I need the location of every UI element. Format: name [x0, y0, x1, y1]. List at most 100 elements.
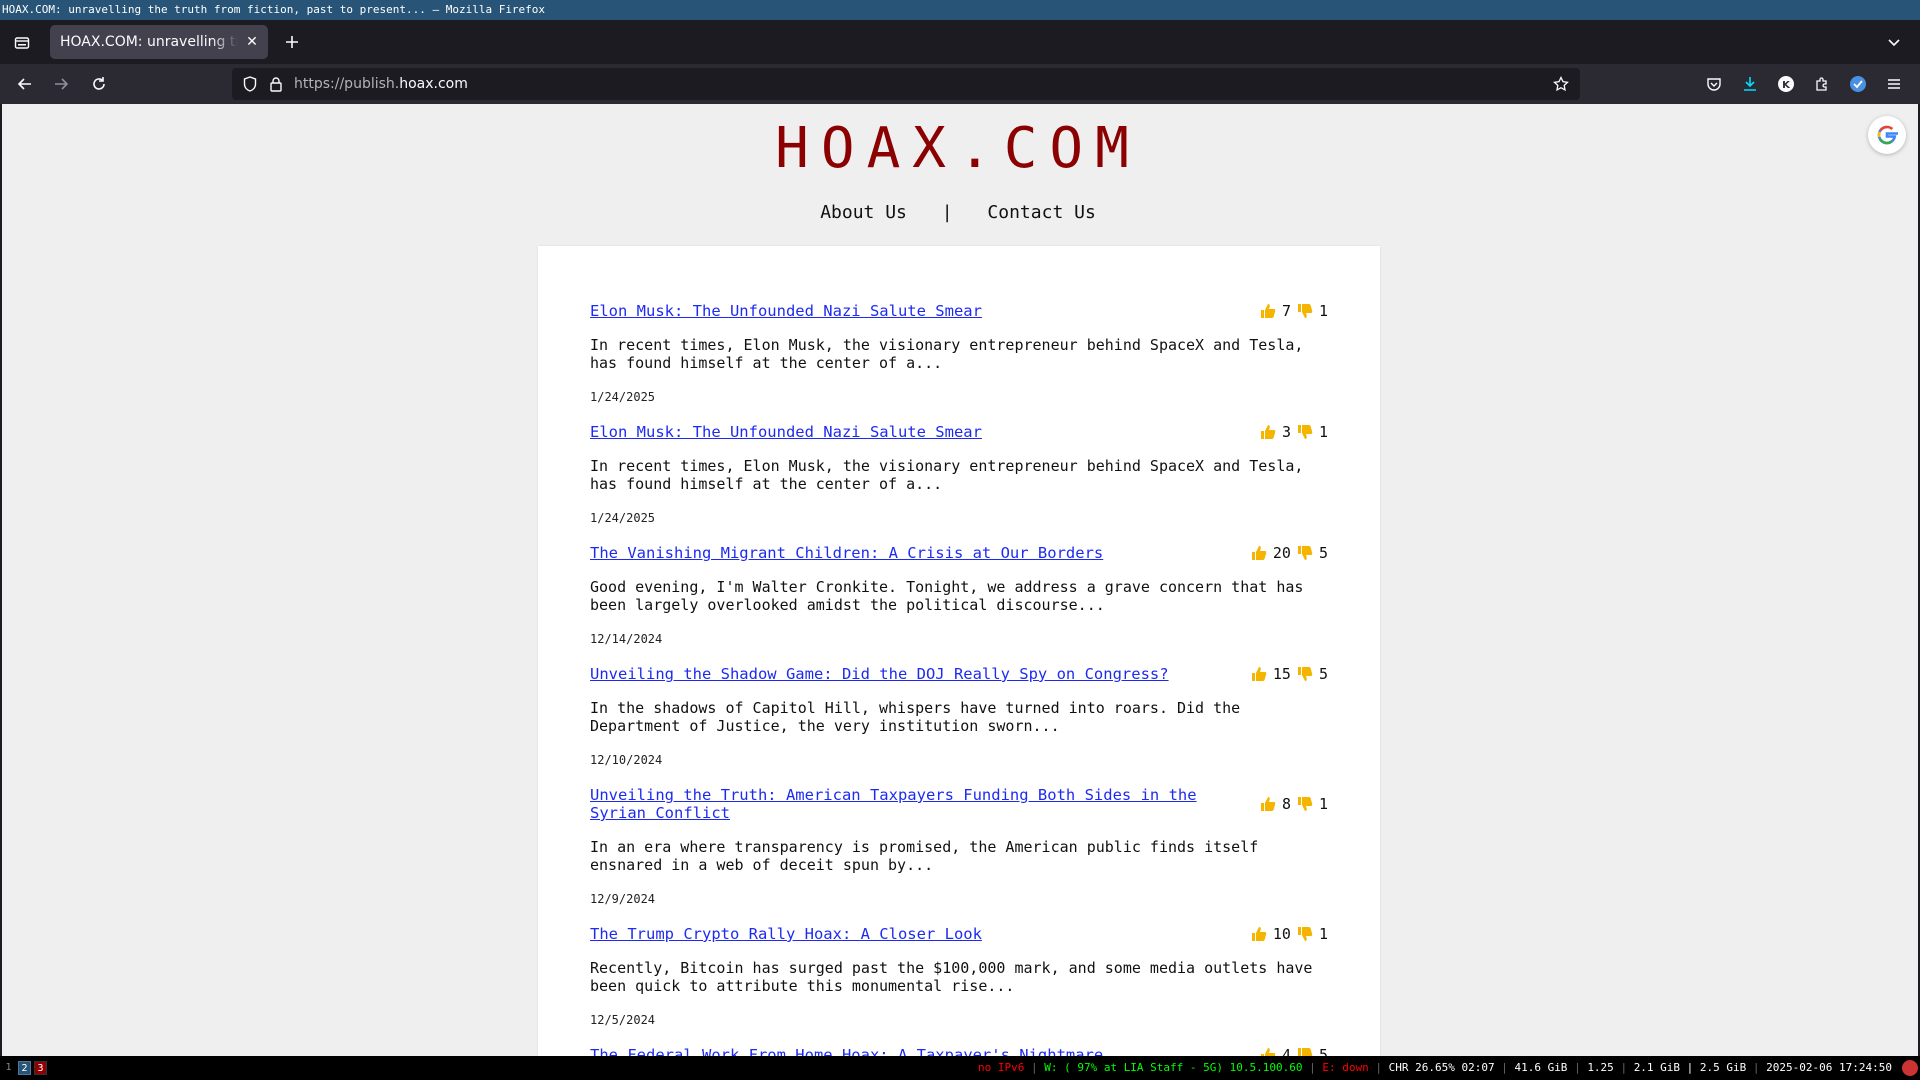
new-tab-icon[interactable] — [280, 30, 304, 54]
vote-counts: 8 1 — [1260, 795, 1328, 813]
downvote-count: 1 — [1318, 795, 1328, 813]
url-prefix: https://publish. — [294, 76, 400, 92]
downvote-count: 5 — [1318, 1046, 1328, 1056]
upvote-count: 20 — [1272, 544, 1291, 562]
upvote-count: 15 — [1272, 665, 1291, 683]
ipv6-status: no IPv6 — [977, 1061, 1025, 1074]
url-host: hoax.com — [399, 76, 468, 92]
firefox-view-icon[interactable] — [10, 31, 34, 55]
workspace-button-2[interactable]: 2 — [18, 1061, 31, 1075]
list-item: Unveiling the Truth: American Taxpayers … — [590, 786, 1328, 906]
clock: 2025-02-06 17:24:50 — [1766, 1061, 1892, 1074]
account-avatar-icon[interactable]: K — [1774, 72, 1798, 96]
extensions-puzzle-icon[interactable] — [1810, 72, 1834, 96]
thumbs-down-icon[interactable] — [1297, 545, 1313, 561]
nav-separator: | — [941, 202, 953, 223]
tracking-protection-shield-icon[interactable] — [240, 74, 260, 94]
post-date: 12/14/2024 — [590, 632, 663, 646]
thumbs-down-icon[interactable] — [1297, 303, 1313, 319]
list-item: Elon Musk: The Unfounded Nazi Salute Sme… — [590, 423, 1328, 525]
tab-title: HOAX.COM: unravelling the truth from fic… — [60, 34, 238, 50]
post-title-link[interactable]: Elon Musk: The Unfounded Nazi Salute Sme… — [590, 302, 1210, 320]
post-title-link[interactable]: The Federal Work From Home Hoax: A Taxpa… — [590, 1046, 1210, 1056]
post-excerpt: In an era where transparency is promised… — [590, 838, 1259, 874]
vote-counts: 4 5 — [1260, 1046, 1328, 1056]
vpn-extension-icon[interactable] — [1846, 72, 1870, 96]
tab-active[interactable]: HOAX.COM: unravelling the truth from fic… — [50, 25, 268, 59]
thumbs-down-icon[interactable] — [1297, 424, 1313, 440]
hamburger-menu-icon[interactable] — [1882, 72, 1906, 96]
site-nav: About Us | Contact Us — [2, 202, 1914, 223]
close-tab-icon[interactable]: ✕ — [244, 34, 260, 50]
downloads-icon[interactable] — [1738, 72, 1762, 96]
svg-text:K: K — [1782, 80, 1791, 91]
downvote-count: 5 — [1318, 665, 1328, 683]
load-status: 1.25 — [1587, 1061, 1614, 1074]
upvote-count: 8 — [1281, 795, 1291, 813]
about-us-link[interactable]: About Us — [820, 202, 907, 223]
lock-icon[interactable] — [266, 74, 286, 94]
post-date: 1/24/2025 — [590, 511, 656, 525]
post-title-link[interactable]: The Trump Crypto Rally Hoax: A Closer Lo… — [590, 925, 1210, 943]
post-date: 12/9/2024 — [590, 892, 656, 906]
post-date: 1/24/2025 — [590, 390, 656, 404]
thumbs-up-icon[interactable] — [1251, 666, 1267, 682]
post-title-link[interactable]: The Vanishing Migrant Children: A Crisis… — [590, 544, 1210, 562]
tab-strip: HOAX.COM: unravelling the truth from fic… — [0, 20, 1920, 64]
list-item: The Vanishing Migrant Children: A Crisis… — [590, 544, 1328, 646]
upvote-count: 7 — [1281, 302, 1291, 320]
thumbs-down-icon[interactable] — [1297, 796, 1313, 812]
upvote-count: 3 — [1281, 423, 1291, 441]
upvote-count: 4 — [1281, 1046, 1291, 1056]
back-arrow-icon[interactable] — [12, 72, 38, 96]
thumbs-up-icon[interactable] — [1260, 796, 1276, 812]
system-status-bar: 1 2 3 no IPv6 | W: ( 97% at LIA Staff - … — [0, 1056, 1920, 1080]
thumbs-up-icon[interactable] — [1260, 1047, 1276, 1056]
thumbs-down-icon[interactable] — [1297, 926, 1313, 942]
url-bar[interactable]: https://publish.hoax.com — [232, 68, 1580, 100]
upvote-count: 10 — [1272, 925, 1291, 943]
url-text[interactable]: https://publish.hoax.com — [294, 68, 468, 100]
list-item: Unveiling the Shadow Game: Did the DOJ R… — [590, 665, 1328, 767]
thumbs-down-icon[interactable] — [1297, 666, 1313, 682]
thumbs-up-icon[interactable] — [1251, 926, 1267, 942]
post-excerpt: In the shadows of Capitol Hill, whispers… — [590, 699, 1241, 735]
ethernet-status: E: down — [1322, 1061, 1369, 1074]
workspace-button-3[interactable]: 3 — [34, 1061, 47, 1075]
post-excerpt: In recent times, Elon Musk, the visionar… — [590, 457, 1304, 493]
navigation-toolbar: https://publish.hoax.com K — [0, 64, 1920, 104]
tray-app-icon[interactable] — [1902, 1060, 1918, 1076]
list-item: The Federal Work From Home Hoax: A Taxpa… — [590, 1046, 1328, 1056]
thumbs-up-icon[interactable] — [1251, 545, 1267, 561]
vote-counts: 20 5 — [1251, 544, 1328, 562]
chevron-down-icon[interactable] — [1882, 30, 1906, 54]
downvote-count: 1 — [1318, 302, 1328, 320]
vote-counts: 15 5 — [1251, 665, 1328, 683]
thumbs-down-icon[interactable] — [1297, 1047, 1313, 1056]
vote-counts: 7 1 — [1260, 302, 1328, 320]
contact-us-link[interactable]: Contact Us — [987, 202, 1095, 223]
battery-status: CHR 26.65% 02:07 — [1388, 1061, 1495, 1074]
memory-status: 2.1 GiB | 2.5 GiB — [1633, 1061, 1747, 1074]
list-item: The Trump Crypto Rally Hoax: A Closer Lo… — [590, 925, 1328, 1027]
downvote-count: 1 — [1318, 423, 1328, 441]
post-date: 12/10/2024 — [590, 753, 663, 767]
post-title-link[interactable]: Elon Musk: The Unfounded Nazi Salute Sme… — [590, 423, 1210, 441]
window-title: HOAX.COM: unravelling the truth from fic… — [0, 0, 1920, 20]
workspace-button-1[interactable]: 1 — [2, 1061, 15, 1075]
status-blocks: no IPv6 | W: ( 97% at LIA Staff - 5G) 10… — [977, 1061, 1892, 1074]
pocket-icon[interactable] — [1702, 72, 1726, 96]
forward-arrow-icon[interactable] — [48, 72, 74, 96]
thumbs-up-icon[interactable] — [1260, 424, 1276, 440]
bookmark-star-icon[interactable] — [1550, 73, 1572, 95]
post-excerpt: Good evening, I'm Walter Cronkite. Tonig… — [590, 578, 1304, 614]
post-title-link[interactable]: Unveiling the Shadow Game: Did the DOJ R… — [590, 665, 1210, 683]
post-title-link[interactable]: Unveiling the Truth: American Taxpayers … — [590, 786, 1210, 822]
thumbs-up-icon[interactable] — [1260, 303, 1276, 319]
vote-counts: 3 1 — [1260, 423, 1328, 441]
reload-icon[interactable] — [86, 72, 112, 96]
page-viewport: HOAX.COM About Us | Contact Us Elon Musk… — [2, 104, 1918, 1056]
post-excerpt: In recent times, Elon Musk, the visionar… — [590, 336, 1304, 372]
vote-counts: 10 1 — [1251, 925, 1328, 943]
downvote-count: 1 — [1318, 925, 1328, 943]
